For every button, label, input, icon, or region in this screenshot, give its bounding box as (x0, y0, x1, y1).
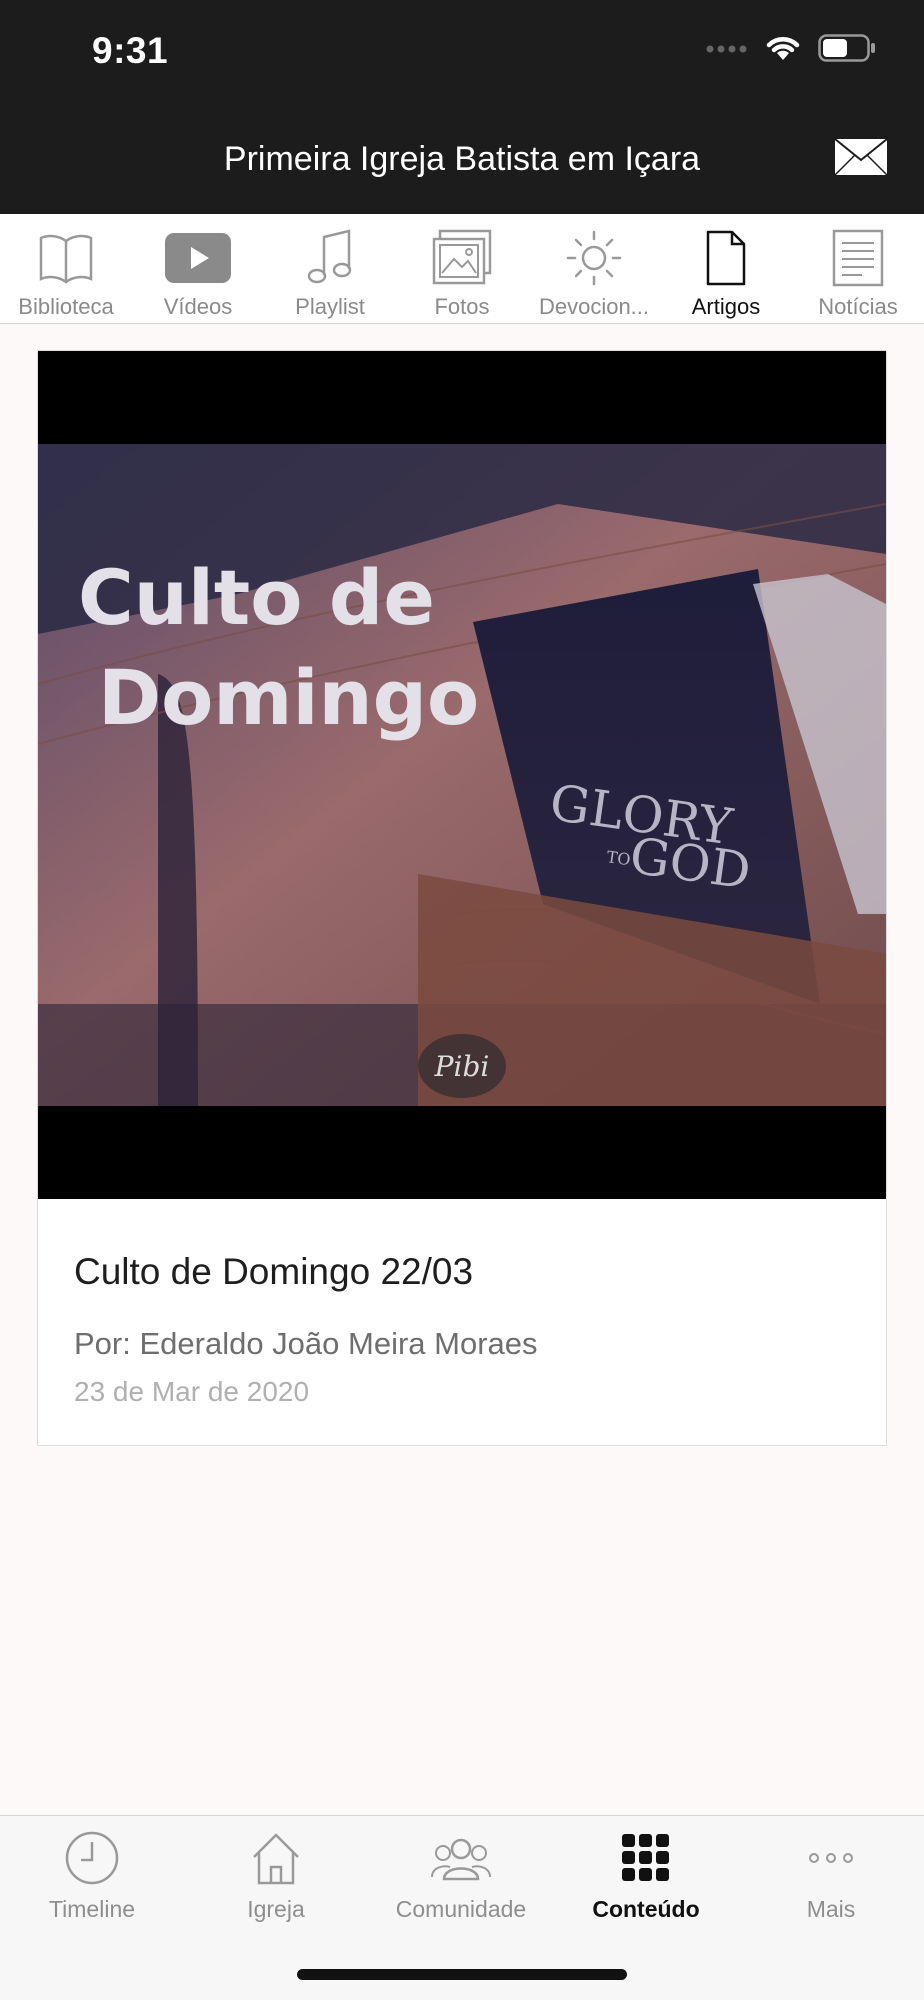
tab-label: Igreja (247, 1896, 305, 1922)
wifi-icon (764, 34, 802, 67)
tab-label: Comunidade (395, 1896, 527, 1922)
tab-conteudo[interactable]: Conteúdo (554, 1816, 738, 1936)
home-indicator[interactable] (297, 1969, 627, 1980)
page-title: Primeira Igreja Batista em Içara (223, 140, 701, 178)
sun-icon (528, 228, 660, 288)
tab-label: Devocion... (538, 294, 650, 319)
book-icon (0, 228, 132, 288)
image-logo-text: Pibi (434, 1050, 490, 1083)
tab-noticias[interactable]: Notícias (792, 214, 924, 323)
tab-igreja[interactable]: Igreja (184, 1816, 368, 1936)
category-tab-bar: Biblioteca Vídeos Playlist Fotos Devocio… (0, 214, 924, 324)
document-icon (660, 228, 792, 288)
people-icon (369, 1830, 553, 1886)
status-time: 9:31 (92, 30, 169, 71)
tab-label: Biblioteca (18, 294, 114, 319)
article-author: Por: Ederaldo João Meira Moraes (74, 1326, 538, 1361)
signal-icon (706, 42, 748, 60)
clock-icon (0, 1830, 184, 1886)
tab-label: Artigos (691, 294, 761, 319)
tab-label: Vídeos (163, 294, 233, 319)
tab-mais[interactable]: Mais (739, 1816, 923, 1936)
image-text: Domingo (98, 653, 479, 742)
newspaper-icon (792, 228, 924, 288)
more-icon (739, 1830, 923, 1886)
article-image: GLORY TO GOD Culto de Domingo Pibi (38, 351, 886, 1199)
tab-label: Playlist (295, 294, 365, 319)
battery-icon (818, 34, 876, 67)
article-title[interactable]: Culto de Domingo 22/03 (74, 1251, 473, 1293)
tab-label: Timeline (48, 1896, 136, 1922)
church-icon (184, 1830, 368, 1886)
article-card[interactable]: GLORY TO GOD Culto de Domingo Pibi Culto… (37, 350, 887, 1446)
tab-comunidade[interactable]: Comunidade (369, 1816, 553, 1936)
tab-label: Mais (806, 1896, 856, 1922)
tab-biblioteca[interactable]: Biblioteca (0, 214, 132, 323)
navigation-bar: Primeira Igreja Batista em Içara (0, 110, 924, 214)
article-thumbnail: GLORY TO GOD Culto de Domingo Pibi (38, 444, 886, 1106)
photos-icon (396, 228, 528, 288)
status-indicators (706, 34, 876, 67)
music-note-icon (264, 228, 396, 288)
tab-devocional[interactable]: Devocion... (528, 214, 660, 323)
tab-label: Notícias (818, 294, 898, 319)
status-bar: 9:31 (0, 0, 924, 110)
image-text: TO (605, 847, 631, 869)
play-icon (132, 228, 264, 288)
image-text: Culto de (78, 553, 435, 642)
grid-icon (554, 1830, 738, 1886)
mail-button[interactable] (834, 138, 888, 176)
tab-timeline[interactable]: Timeline (0, 1816, 184, 1936)
tab-label: Fotos (434, 294, 490, 319)
envelope-icon (834, 138, 888, 176)
tab-videos[interactable]: Vídeos (132, 214, 264, 323)
article-date: 23 de Mar de 2020 (74, 1376, 310, 1407)
tab-label: Conteúdo (592, 1896, 700, 1922)
tab-fotos[interactable]: Fotos (396, 214, 528, 323)
tab-artigos[interactable]: Artigos (660, 214, 792, 323)
tab-playlist[interactable]: Playlist (264, 214, 396, 323)
